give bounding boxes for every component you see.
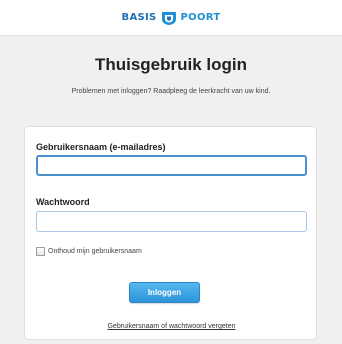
help-text: Problemen met inloggen? Raadpleeg de lee… (71, 88, 271, 95)
remember-username[interactable]: Onthoud mijn gebruikersnaam (36, 247, 142, 256)
username-label: Gebruikersnaam (e-mailadres) (36, 142, 166, 152)
login-card: Gebruikersnaam (e-mailadres) Wachtwoord … (24, 126, 317, 340)
login-button[interactable]: Inloggen (129, 282, 200, 303)
remember-checkbox[interactable] (36, 247, 45, 256)
page-title: Thuisgebruik login (94, 55, 248, 74)
logo-text-poort: POORT (180, 12, 221, 23)
basispoort-shield-icon (160, 10, 178, 26)
top-bar: BASIS POORT (0, 0, 342, 36)
password-label: Wachtwoord (36, 197, 90, 207)
username-input[interactable] (36, 155, 307, 176)
basispoort-logo[interactable]: BASIS POORT (122, 10, 221, 26)
forgot-credentials-link[interactable]: Gebruikersnaam of wachtwoord vergeten (25, 323, 318, 330)
remember-label: Onthoud mijn gebruikersnaam (48, 248, 142, 255)
password-input[interactable] (36, 211, 307, 232)
logo-text-basis: BASIS (121, 12, 157, 23)
